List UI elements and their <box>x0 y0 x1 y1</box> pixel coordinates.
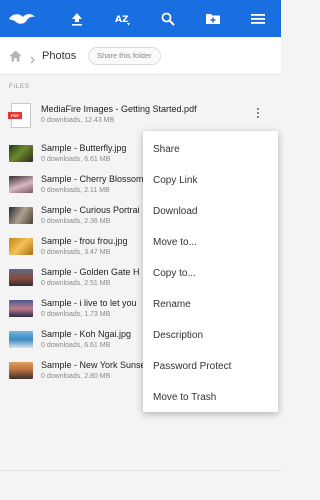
section-label: FILES <box>9 83 30 90</box>
file-meta: 0 downloads, 2.80 MB <box>41 373 111 380</box>
menu-item-rename[interactable]: Rename <box>153 299 191 310</box>
file-meta: 0 downloads, 1.73 MB <box>41 311 111 318</box>
divider <box>0 470 281 471</box>
menu-item-copy-to[interactable]: Copy to... <box>153 268 196 279</box>
app-bar: AZ <box>0 0 281 37</box>
file-meta: 0 downloads, 2.11 MB <box>41 187 110 194</box>
file-name: Sample - Koh Ngai.jpg <box>41 329 132 339</box>
file-meta: 0 downloads, 6.61 MB <box>41 342 111 349</box>
search-icon[interactable] <box>157 0 179 37</box>
current-folder[interactable]: Photos <box>42 50 76 62</box>
svg-text:AZ: AZ <box>115 15 129 25</box>
breadcrumb: Photos Share this folder <box>0 37 281 75</box>
image-thumbnail <box>9 269 33 286</box>
upload-icon[interactable] <box>66 0 88 37</box>
image-thumbnail <box>9 238 33 255</box>
mediafire-logo[interactable] <box>4 0 40 37</box>
add-folder-icon[interactable] <box>202 0 224 37</box>
file-name: MediaFire Images - Getting Started.pdf <box>41 104 197 114</box>
sort-az-icon[interactable]: AZ <box>112 0 134 37</box>
image-thumbnail <box>9 331 33 348</box>
menu-item-download[interactable]: Download <box>153 206 197 217</box>
image-thumbnail <box>9 207 33 224</box>
file-name: Sample - Golden Gate H <box>41 267 140 277</box>
more-options-icon[interactable] <box>254 106 262 120</box>
file-meta: 0 downloads, 3.47 MB <box>41 249 111 256</box>
menu-item-description[interactable]: Description <box>153 330 203 341</box>
menu-item-copy-link[interactable]: Copy Link <box>153 175 197 186</box>
file-meta: 0 downloads, 12.43 MB <box>41 117 115 124</box>
file-name: Sample - Curious Portrai <box>41 205 140 215</box>
file-name: Sample - i live to let you <box>41 298 137 308</box>
menu-item-move-to[interactable]: Move to... <box>153 237 197 248</box>
menu-item-share[interactable]: Share <box>153 144 180 155</box>
menu-item-move-to-trash[interactable]: Move to Trash <box>153 392 216 403</box>
context-menu: Share Copy Link Download Move to... Copy… <box>143 131 278 412</box>
file-name: Sample - Cherry Blossom <box>41 174 144 184</box>
file-name: Sample - Butterfly.jpg <box>41 143 127 153</box>
image-thumbnail <box>9 176 33 193</box>
home-icon[interactable] <box>9 49 22 67</box>
file-meta: 0 downloads, 2.51 MB <box>41 280 111 287</box>
menu-icon[interactable] <box>247 0 269 37</box>
share-folder-button[interactable]: Share this folder <box>88 47 161 65</box>
chevron-right-icon <box>30 51 35 69</box>
pdf-file-icon: PDF <box>8 103 31 128</box>
file-name: Sample - frou frou.jpg <box>41 236 128 246</box>
menu-item-password-protect[interactable]: Password Protect <box>153 361 231 372</box>
image-thumbnail <box>9 362 33 379</box>
file-meta: 0 downloads, 6.61 MB <box>41 156 111 163</box>
image-thumbnail <box>9 145 33 162</box>
image-thumbnail <box>9 300 33 317</box>
file-meta: 0 downloads, 2.36 MB <box>41 218 111 225</box>
